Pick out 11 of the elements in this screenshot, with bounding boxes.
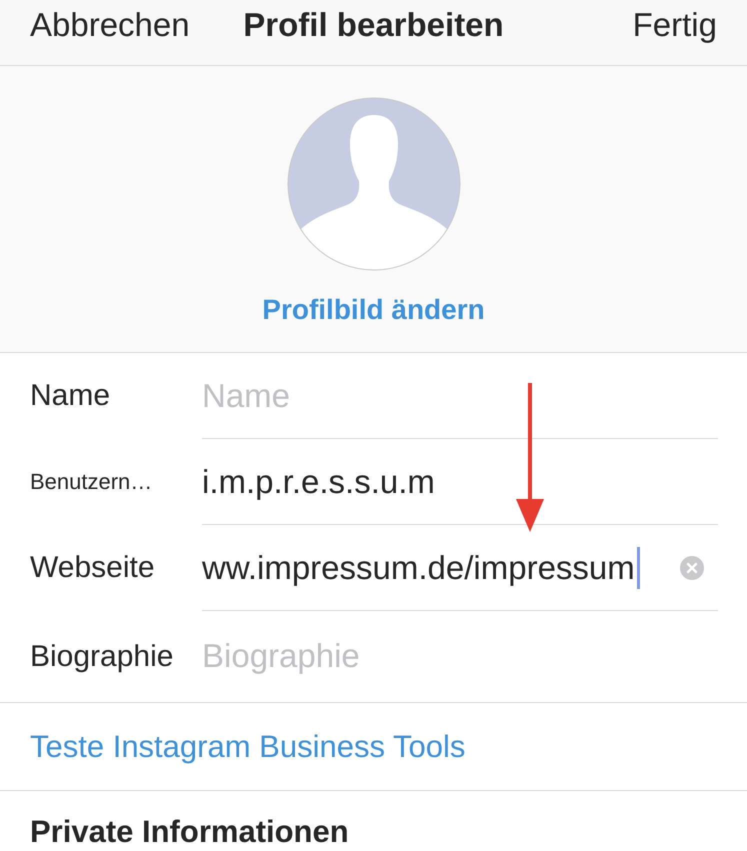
field-label: Webseite: [30, 550, 155, 586]
cancel-button[interactable]: Abbrechen: [30, 4, 190, 46]
done-button[interactable]: Fertig: [632, 4, 717, 46]
field-label: Name: [30, 378, 110, 414]
field-label: Biographie: [30, 638, 174, 674]
website-field[interactable]: ww.impressum.de/impressum: [202, 525, 718, 611]
field-label: Benutzern…: [30, 468, 152, 496]
screen-title: Profil bearbeiten: [243, 5, 504, 45]
clear-icon[interactable]: [680, 556, 704, 580]
section-title: Private Informationen: [30, 814, 349, 849]
text-cursor: [636, 546, 640, 588]
